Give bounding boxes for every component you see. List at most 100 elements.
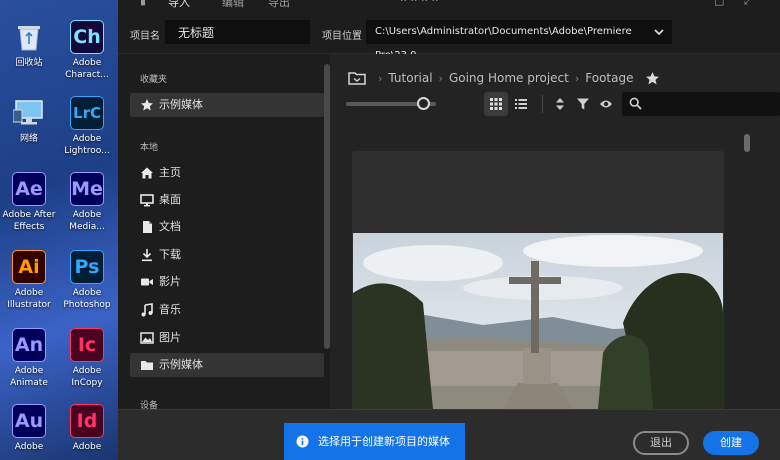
desktop-shortcut[interactable]: 网络	[0, 96, 58, 145]
sidebar-item-pictures[interactable]: 图片	[130, 326, 324, 350]
toolbar-divider	[542, 95, 543, 113]
sidebar-item-label: 主页	[159, 166, 181, 179]
quit-button[interactable]: 退出	[633, 431, 689, 455]
desktop-shortcut-label: Adobe	[72, 442, 102, 452]
desktop-shortcut-label: Adobe After Effects	[2, 210, 56, 232]
project-name-input[interactable]	[165, 20, 310, 44]
desktop-shortcut[interactable]: Me Adobe Media...	[58, 172, 116, 233]
app-logo-icon: Ai	[12, 250, 46, 284]
grid-view-button[interactable]	[484, 92, 508, 116]
tab-import[interactable]: 导入	[168, 0, 190, 10]
local-header: 本地	[140, 143, 159, 153]
windows-desktop: 回收站 Ch Adobe Charact... 网络 LrC Adobe Lightroo…	[0, 0, 118, 460]
sidebar-item-favorite-sample-media[interactable]: 示例媒体	[130, 93, 324, 117]
sidebar-item-sample-media[interactable]: 示例媒体	[130, 353, 324, 377]
app-logo-icon: Au	[12, 404, 46, 438]
document-icon	[143, 221, 152, 233]
breadcrumb-item[interactable]: Footage	[585, 71, 633, 85]
desktop-shortcut[interactable]: LrC Adobe Lightroo...	[58, 96, 116, 157]
music-note-icon	[141, 303, 153, 317]
info-message-text: 选择用于创建新项目的媒体	[318, 435, 450, 448]
folder-icon[interactable]	[348, 71, 366, 85]
eye-icon[interactable]	[599, 98, 613, 110]
browser-scrollbar[interactable]	[744, 134, 750, 152]
favorites-header: 收藏夹	[140, 75, 168, 85]
desktop-icon	[140, 194, 154, 207]
project-location-select[interactable]: C:\Users\Administrator\Documents\Adobe\P…	[366, 20, 672, 61]
desktop-shortcut-label: Adobe Illustrator	[7, 288, 51, 310]
filter-icon[interactable]	[576, 97, 590, 111]
project-location-label: 项目位置	[322, 31, 362, 42]
desktop-shortcut[interactable]: 回收站	[0, 20, 58, 69]
app-logo-icon: An	[12, 328, 46, 362]
breadcrumb-item[interactable]: Tutorial	[388, 71, 432, 85]
download-icon	[142, 249, 152, 262]
sidebar-item-home[interactable]: 主页	[130, 161, 324, 185]
search-input[interactable]	[622, 92, 780, 116]
desktop-shortcut-label: Adobe Charact...	[65, 58, 109, 80]
project-settings-bar: 项目名 项目位置 C:\Users\Administrator\Document…	[118, 12, 780, 61]
expand-icon[interactable]: ⤢	[744, 0, 753, 8]
app-logo-icon: Ic	[70, 328, 104, 362]
desktop-shortcut-label: Adobe Media...	[69, 210, 105, 232]
list-view-icon[interactable]	[514, 97, 528, 111]
info-icon	[296, 435, 309, 448]
desktop-shortcut[interactable]: Id Adobe	[58, 404, 116, 453]
sidebar-item-documents[interactable]: 文档	[130, 215, 324, 239]
network-icon	[12, 96, 46, 130]
sidebar-item-label: 示例媒体	[159, 98, 203, 111]
media-thumbnail-card[interactable]	[352, 151, 724, 409]
sidebar-item-music[interactable]: 音乐	[130, 298, 324, 322]
sidebar-item-label: 音乐	[159, 303, 181, 316]
home-icon[interactable]: ▮	[140, 0, 146, 7]
desktop-shortcut[interactable]: Ch Adobe Charact...	[58, 20, 116, 81]
star-icon	[141, 99, 153, 111]
sidebar-item-downloads[interactable]: 下载	[130, 243, 324, 267]
desktop-shortcut-label: 回收站	[15, 58, 43, 68]
sidebar-item-label: 文档	[159, 220, 181, 233]
desktop-shortcut[interactable]: Ps Adobe Photoshop	[58, 250, 116, 311]
sidebar-item-label: 示例媒体	[159, 358, 203, 371]
breadcrumb: › Tutorial › Going Home project › Footag…	[348, 68, 660, 88]
breadcrumb-item[interactable]: Going Home project	[449, 71, 569, 85]
folder-icon	[141, 361, 153, 370]
app-logo-icon: Ch	[70, 20, 104, 54]
breadcrumb-separator: ›	[378, 71, 383, 85]
desktop-shortcut[interactable]: Au Adobe	[0, 404, 58, 453]
app-logo-icon: LrC	[70, 96, 104, 130]
premiere-import-window: ▮ 导入 编辑 导出 ·· ·· ·· ·· □ ⤢ 项目名 项目位置 C:\U…	[118, 0, 780, 460]
tab-export[interactable]: 导出	[268, 0, 290, 10]
desktop-shortcut[interactable]: Ai Adobe Illustrator	[0, 250, 58, 311]
home-icon	[141, 167, 153, 179]
desktop-shortcut-label: Adobe	[14, 442, 44, 452]
sidebar: 收藏夹 示例媒体 本地 主页 桌面 文档 下载 影片 音乐 图片 示例媒体 设备	[118, 54, 330, 409]
sidebar-item-label: 图片	[159, 331, 181, 344]
tab-edit[interactable]: 编辑	[222, 0, 244, 10]
desktop-shortcut[interactable]: An Adobe Animate	[0, 328, 58, 389]
star-icon[interactable]	[645, 71, 660, 86]
image-icon	[140, 332, 154, 344]
desktop-shortcut-label: Adobe Lightroo...	[64, 134, 110, 156]
sidebar-item-movies[interactable]: 影片	[130, 270, 324, 294]
screen: 回收站 Ch Adobe Charact... 网络 LrC Adobe Lightroo…	[0, 0, 780, 460]
recycle-bin-icon	[12, 20, 46, 54]
footer-bar: 选择用于创建新项目的媒体 退出 创建	[118, 409, 780, 460]
sidebar-item-label: 桌面	[159, 193, 181, 206]
sort-icon[interactable]	[554, 97, 566, 111]
sidebar-item-label: 影片	[159, 275, 181, 288]
breadcrumb-separator: ›	[574, 71, 580, 85]
desktop-shortcut-label: Adobe Animate	[10, 366, 48, 388]
desktop-shortcut-label: Adobe InCopy	[71, 366, 103, 388]
title-bar: ▮ 导入 编辑 导出 ·· ·· ·· ·· □ ⤢	[118, 0, 780, 12]
sidebar-item-desktop[interactable]: 桌面	[130, 188, 324, 212]
create-button[interactable]: 创建	[703, 431, 759, 455]
desktop-shortcut[interactable]: Ae Adobe After Effects	[0, 172, 58, 233]
browser-toolbar	[346, 92, 780, 116]
desktop-shortcut-label: 网络	[19, 134, 38, 144]
desktop-shortcut[interactable]: Ic Adobe InCopy	[58, 328, 116, 389]
breadcrumb-separator: ›	[438, 71, 443, 85]
app-logo-icon: Ps	[70, 250, 104, 284]
slider-handle[interactable]	[417, 97, 430, 110]
footage-thumbnail	[353, 233, 723, 409]
window-control-icon[interactable]: □	[714, 0, 724, 7]
